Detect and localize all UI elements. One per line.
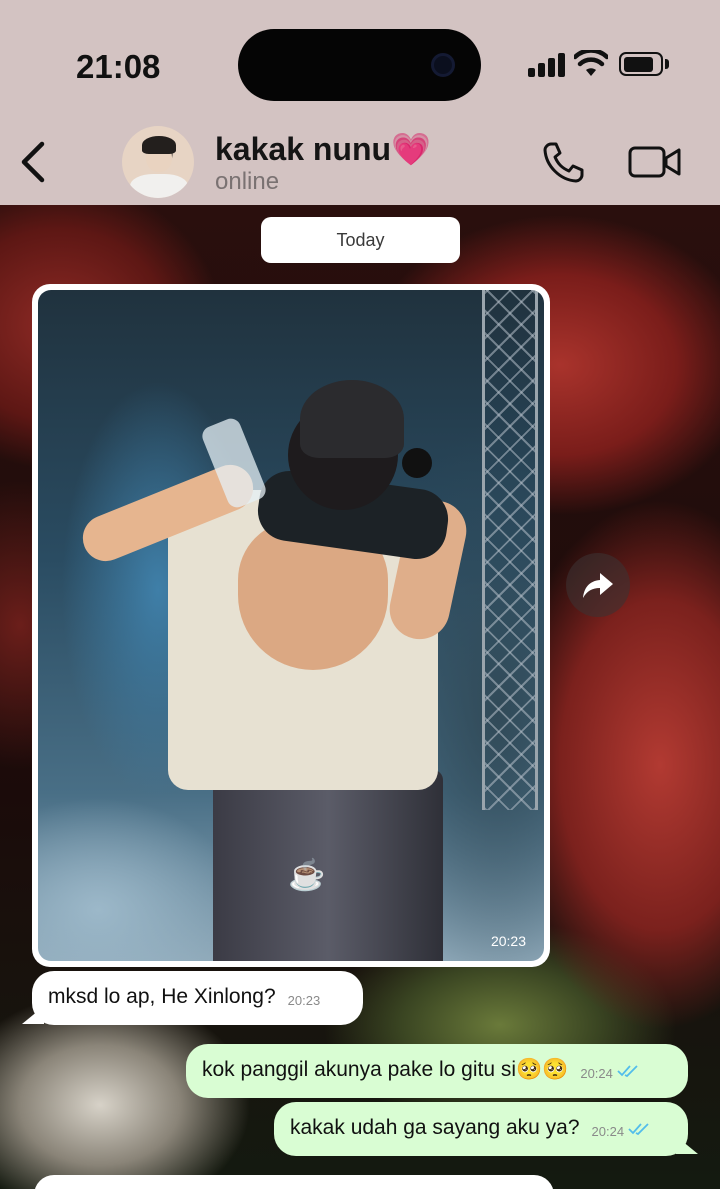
- message-time: 20:23: [490, 933, 526, 949]
- status-bar: 21:08: [0, 0, 720, 120]
- message-time: 20:24: [591, 1124, 625, 1139]
- photo-attachment[interactable]: ☕ 20:23: [38, 290, 544, 961]
- coffee-sticker: ☕: [288, 859, 326, 892]
- incoming-message[interactable]: mksd lo ap, He Xinlong? 20:23: [32, 971, 363, 1025]
- image-message-bubble[interactable]: ☕ 20:23: [32, 284, 550, 967]
- dynamic-island: [238, 29, 481, 101]
- battery-icon: [619, 52, 663, 76]
- stage-truss: [482, 290, 538, 810]
- status-time: 21:08: [76, 48, 161, 85]
- battery-tip: [665, 59, 669, 69]
- video-camera-icon[interactable]: [628, 144, 682, 180]
- double-check-icon: [617, 1065, 638, 1078]
- contact-avatar[interactable]: [122, 126, 194, 198]
- back-chevron-icon[interactable]: [14, 138, 54, 186]
- double-check-icon: [628, 1123, 649, 1136]
- message-text: kok panggil akunya pake lo gitu si🥺🥺: [202, 1058, 569, 1081]
- forward-button[interactable]: [566, 553, 630, 617]
- message-time: 20:24: [580, 1066, 613, 1081]
- outgoing-message[interactable]: kakak udah ga sayang aku ya? 20:24: [274, 1102, 688, 1156]
- contact-name[interactable]: kakak nunu💗: [215, 130, 431, 168]
- message-time: 20:23: [287, 993, 321, 1008]
- contact-status: online: [215, 168, 280, 195]
- message-text: mksd lo ap, He Xinlong?: [48, 985, 276, 1008]
- outgoing-message[interactable]: kok panggil akunya pake lo gitu si🥺🥺 20:2…: [186, 1044, 688, 1098]
- phone-icon[interactable]: [542, 140, 586, 184]
- date-separator: Today: [261, 217, 460, 263]
- front-camera-icon: [431, 53, 455, 77]
- chat-header: kakak nunu💗 online: [0, 120, 720, 205]
- incoming-message-partial[interactable]: [34, 1175, 554, 1189]
- forward-arrow-icon: [583, 573, 613, 598]
- wifi-icon: [574, 50, 608, 76]
- cellular-signal-icon: [528, 53, 566, 77]
- message-text: kakak udah ga sayang aku ya?: [290, 1116, 580, 1139]
